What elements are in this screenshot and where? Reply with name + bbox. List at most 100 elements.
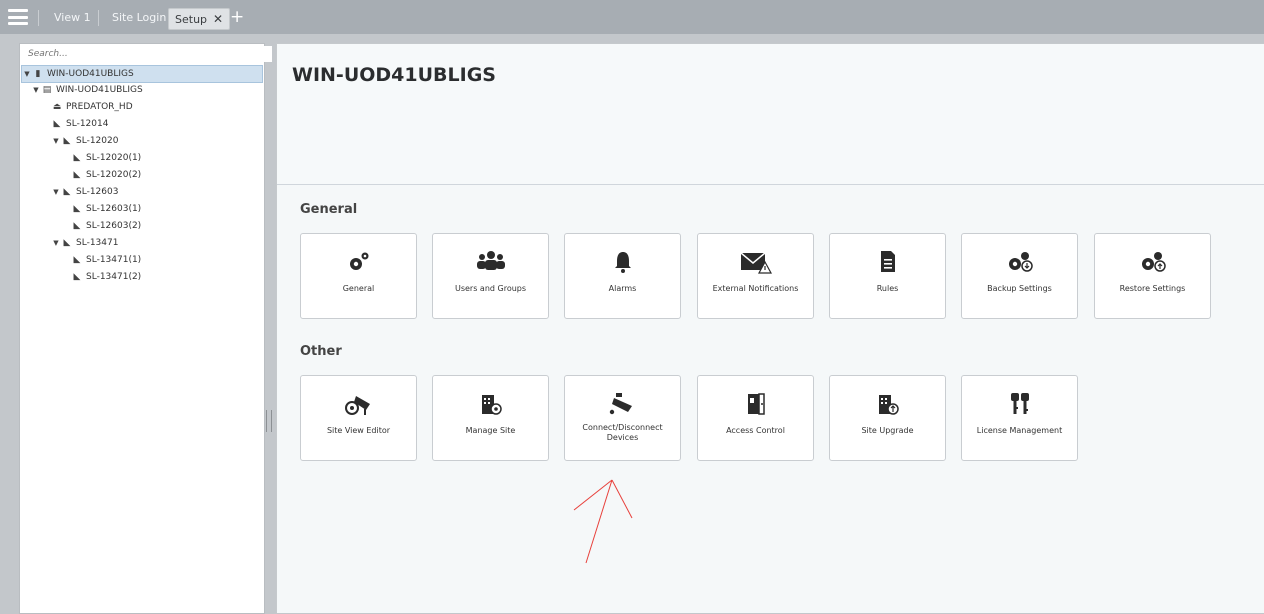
tree-item-server[interactable]: ▼ ▤ WIN-UOD41UBLIGS [31,82,143,98]
tree-item-label: SL-13471 [76,238,119,248]
page-title: WIN-UOD41UBLIGS [292,64,496,86]
tree-item-label: SL-12020 [76,136,119,146]
card-label: Site Upgrade [861,426,914,435]
camera-view-icon [301,392,416,421]
camera-connect-icon [565,392,680,421]
camera-icon: ◣ [53,119,61,129]
backup-settings-card[interactable]: Backup Settings [961,233,1078,319]
site-upgrade-card[interactable]: Site Upgrade [829,375,946,461]
expand-caret-icon[interactable]: ▼ [31,82,41,98]
expand-caret-icon[interactable]: ▼ [22,66,32,82]
camera-icon: ◣ [73,153,81,163]
tree-item-camera[interactable]: ◣ SL-12020(1) [71,150,142,166]
card-label: Restore Settings [1119,284,1186,293]
tree-item-label: SL-12020(1) [86,153,142,163]
camera-icon: ◣ [73,255,81,265]
annotation-arrow-icon [573,479,633,564]
alarms-card[interactable]: Alarms [564,233,681,319]
add-tab-icon[interactable]: + [230,7,244,27]
section-title-other: Other [300,344,342,359]
card-label: Access Control [726,426,785,435]
tree-item-label: SL-13471(2) [86,272,142,282]
tree-item-camera[interactable]: ◣ SL-12020(2) [71,167,142,183]
tab-separator [98,10,99,26]
tree-item-camera[interactable]: ▼ ◣ SL-12603 [51,184,118,200]
tree-item-label: SL-12014 [66,119,109,129]
search-input[interactable] [22,46,272,62]
tree-item-camera[interactable]: ◣ SL-13471(1) [71,252,142,268]
tab-setup[interactable]: Setup ✕ [168,8,231,30]
tree-item-label: SL-12603(2) [86,221,142,231]
card-label: Rules [876,284,899,293]
server-icon: ▤ [42,85,52,95]
tree-item-site[interactable]: ▼ ▮ WIN-UOD41UBLIGS [21,65,263,83]
tree-item-label: SL-13471(1) [86,255,142,265]
site-view-editor-card[interactable]: Site View Editor [300,375,417,461]
camera-icon: ◣ [73,170,81,180]
tab-setup-label: Setup [175,13,208,26]
section-title-general: General [300,202,358,217]
access-control-card[interactable]: Access Control [697,375,814,461]
card-label: Alarms [608,284,637,293]
door-icon [698,392,813,421]
expand-caret-icon[interactable]: ▼ [51,235,61,251]
dome-camera-icon: ⏏ [52,102,62,112]
card-label: Site View Editor [326,426,391,435]
envelope-warning-icon [698,250,813,279]
tree-item-camera[interactable]: ⏏ PREDATOR_HD [51,99,133,115]
card-label: Manage Site [465,426,516,435]
tree-item-label: SL-12603(1) [86,204,142,214]
keys-icon [962,392,1077,421]
setup-panel: WIN-UOD41UBLIGS General General Users an… [276,43,1264,613]
setup-header: WIN-UOD41UBLIGS [277,44,1264,185]
rules-card[interactable]: Rules [829,233,946,319]
camera-icon: ◣ [63,187,71,197]
tab-separator [38,10,39,26]
tree-item-camera[interactable]: ▼ ◣ SL-13471 [51,235,118,251]
camera-icon: ◣ [73,221,81,231]
tree-item-label: SL-12603 [76,187,119,197]
license-management-card[interactable]: License Management [961,375,1078,461]
general-card[interactable]: General [300,233,417,319]
card-label: Users and Groups [454,284,527,293]
expand-caret-icon[interactable]: ▼ [51,133,61,149]
card-label: License Management [976,426,1063,435]
connect-disconnect-devices-card[interactable]: Connect/Disconnect Devices [564,375,681,461]
manage-site-card[interactable]: Manage Site [432,375,549,461]
hamburger-icon[interactable] [8,9,28,25]
close-icon[interactable]: ✕ [213,12,223,26]
camera-icon: ◣ [63,238,71,248]
tab-site-login[interactable]: Site Login [106,9,172,27]
gears-icon [301,250,416,279]
building-upgrade-icon [830,392,945,421]
external-notifications-card[interactable]: External Notifications [697,233,814,319]
users-icon [433,250,548,277]
card-label: Connect/Disconnect Devices [582,423,663,442]
document-icon [830,250,945,279]
card-label: Backup Settings [987,284,1052,293]
tree-item-label: PREDATOR_HD [66,102,133,112]
site-tree-panel: ▼▮WIN-UOD41UBLIGS ▼▤WIN-UOD41UBLIGS ⏏PRE… [19,43,272,614]
tree-item-label: WIN-UOD41UBLIGS [47,69,134,79]
gears-backup-icon [962,250,1077,279]
tree-item-label: SL-12020(2) [86,170,142,180]
card-label: General [342,284,375,293]
tab-bar: View 1 Site Login Setup ✕ + [0,0,1264,34]
tree-item-label: WIN-UOD41UBLIGS [56,85,143,95]
site-icon: ▮ [35,69,41,79]
tab-view-1[interactable]: View 1 [48,9,97,27]
tree-item-camera[interactable]: ◣ SL-12603(1) [71,201,142,217]
tree-item-camera[interactable]: ◣ SL-12603(2) [71,218,142,234]
card-label: External Notifications [712,284,799,293]
panel-splitter[interactable] [266,410,272,432]
tree-item-camera[interactable]: ◣ SL-12014 [51,116,109,132]
camera-icon: ◣ [63,136,71,146]
tree-item-camera[interactable]: ▼ ◣ SL-12020 [51,133,118,149]
restore-settings-card[interactable]: Restore Settings [1094,233,1211,319]
tree-item-camera[interactable]: ◣ SL-13471(2) [71,269,142,285]
camera-icon: ◣ [73,204,81,214]
camera-icon: ◣ [73,272,81,282]
expand-caret-icon[interactable]: ▼ [51,184,61,200]
building-gear-icon [433,392,548,421]
users-and-groups-card[interactable]: Users and Groups [432,233,549,319]
